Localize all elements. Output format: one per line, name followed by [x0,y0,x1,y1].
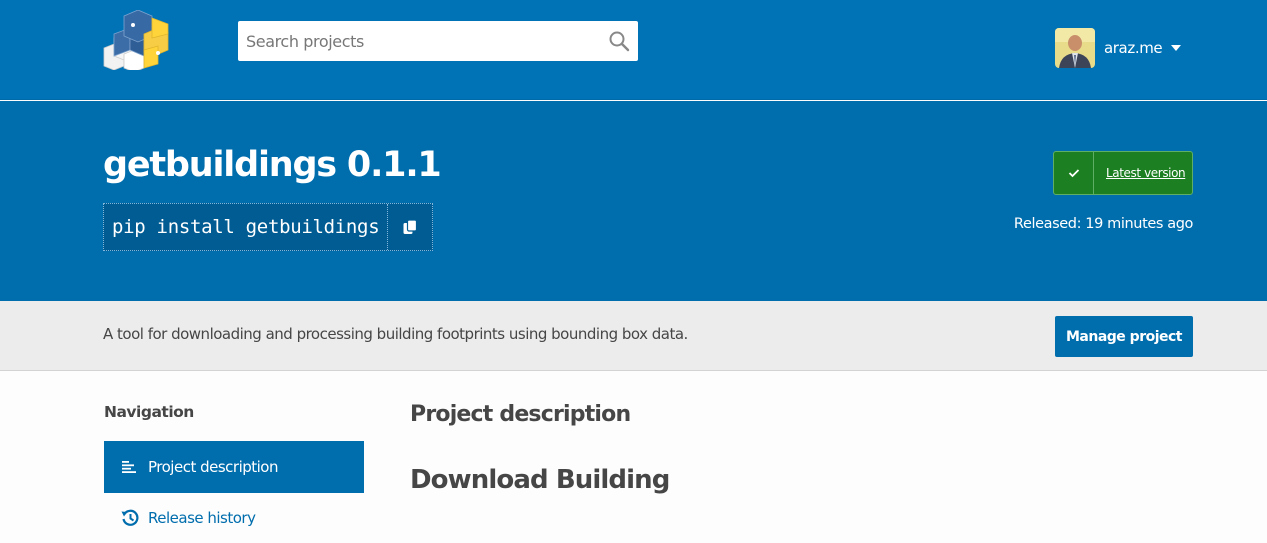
user-menu[interactable]: araz.me [1055,28,1182,68]
copy-icon [403,219,418,234]
avatar [1055,28,1095,68]
pip-command[interactable]: pip install getbuildings [104,204,389,250]
package-title: getbuildings 0.1.1 [103,145,442,185]
nav-item-label: Release history [148,509,256,527]
manage-project-button[interactable]: Manage project [1055,316,1193,357]
latest-version-link[interactable]: Latest version [1094,152,1186,194]
section-heading: Project description [410,402,631,427]
username: araz.me [1104,39,1163,57]
package-summary: A tool for downloading and processing bu… [0,301,1267,371]
site-header: araz.me [0,0,1267,100]
search-button[interactable] [608,30,630,52]
search-icon [609,31,630,52]
pypi-logo[interactable] [102,9,170,73]
caret-down-icon [1171,45,1182,51]
navigation-heading: Navigation [104,403,194,421]
align-left-icon [121,458,139,476]
nav-item-label: Project description [148,458,279,476]
check-icon [1054,152,1094,194]
history-icon [121,509,139,527]
user-avatar-icon [1055,28,1095,68]
pypi-logo-icon [103,9,169,73]
nav-item-project-description[interactable]: Project description [104,441,364,493]
search-input[interactable] [238,21,598,61]
pip-command-box: pip install getbuildings [103,203,434,251]
package-header: getbuildings 0.1.1 pip install getbuildi… [0,101,1267,301]
search-box [238,21,638,61]
summary-text: A tool for downloading and processing bu… [103,325,688,343]
readme-heading: Download Building [410,465,670,495]
release-date: Released: 19 minutes ago [1013,216,1193,232]
nav-item-release-history[interactable]: Release history [104,493,364,543]
copy-button[interactable] [388,204,432,250]
latest-version-badge[interactable]: Latest version [1053,151,1193,195]
